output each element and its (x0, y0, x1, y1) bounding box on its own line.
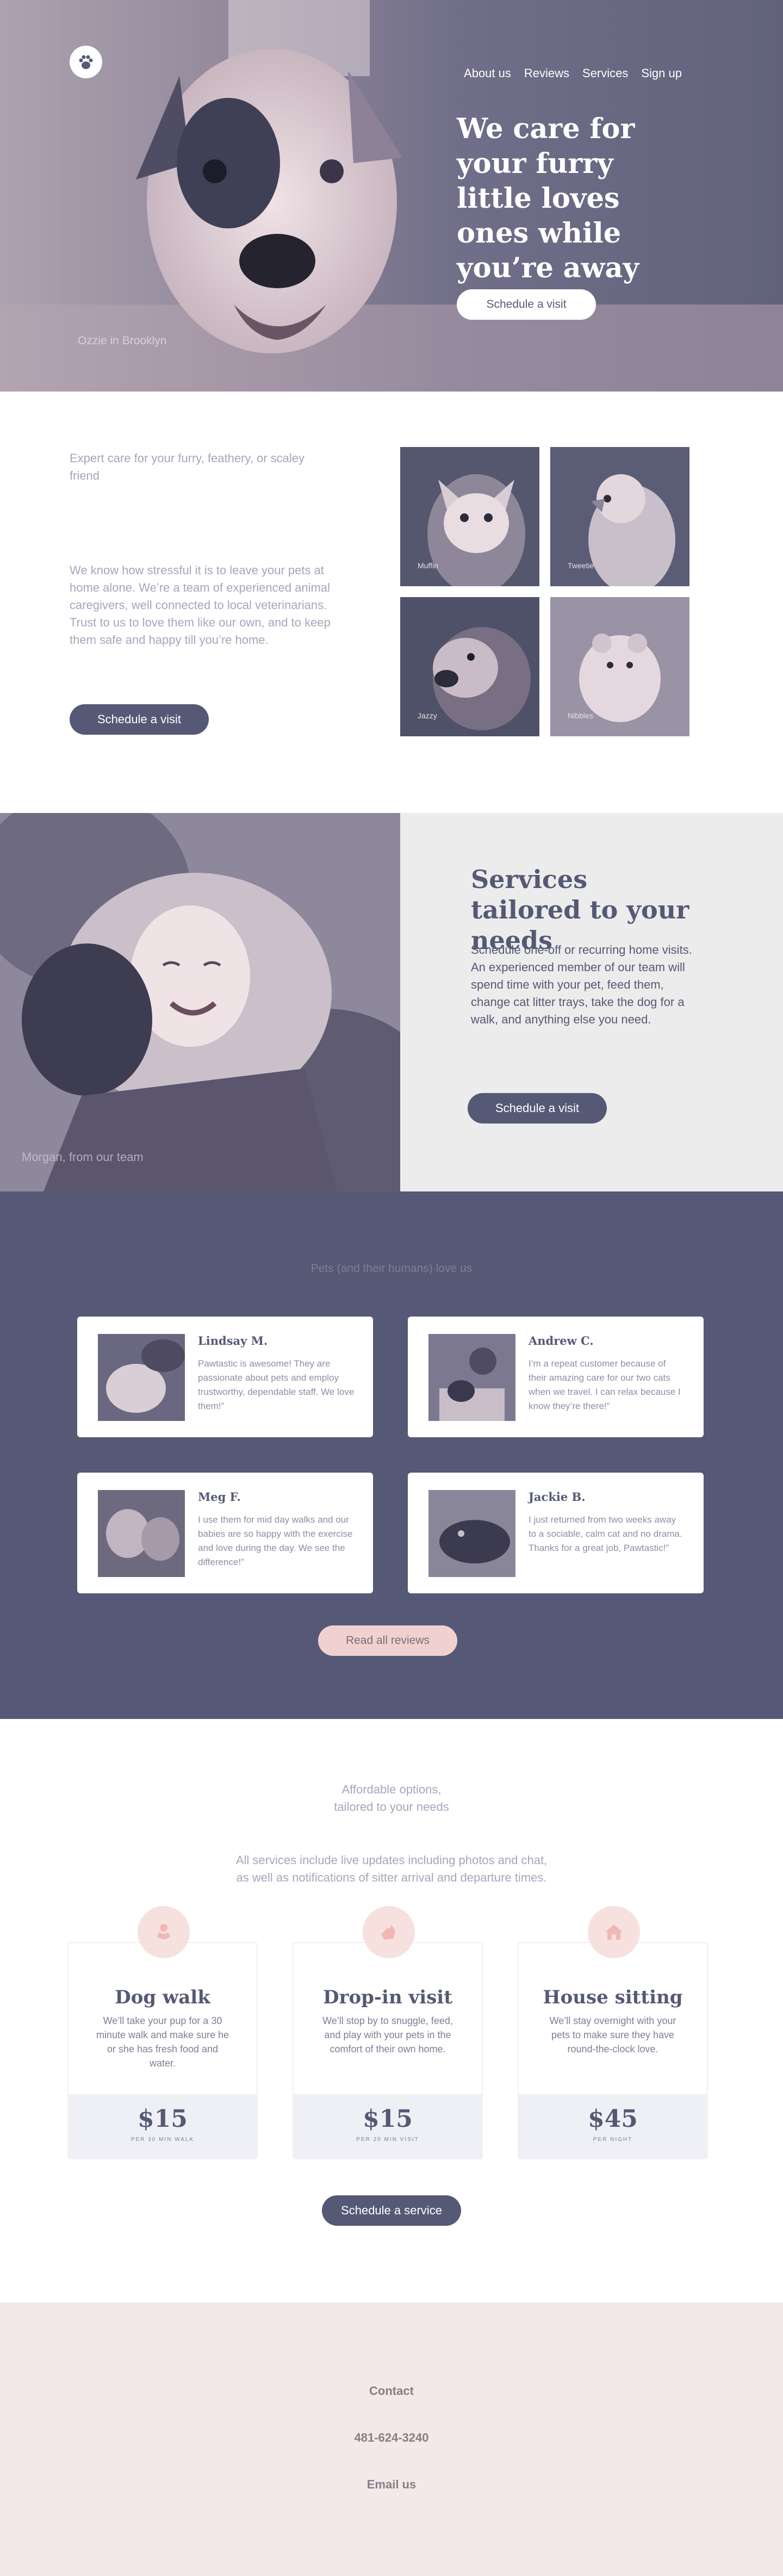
plan-price-unit: PER 20 MIN VISIT (356, 2137, 419, 2143)
reviews-heading: Pets (and their humans) love us (310, 1262, 473, 1275)
review-text: I’m a repeat customer because of their a… (529, 1358, 681, 1411)
team-photo-caption: Morgan, from our team (22, 1150, 144, 1164)
services-description: Schedule one-off or recurring home visit… (471, 943, 692, 1026)
pricing-subheading-line2: as well as notifications of sitter arriv… (236, 1871, 547, 1884)
paw-icon (79, 55, 93, 69)
services-section: Morgan, from our team Services tailored … (0, 813, 783, 1191)
pricing-subheading-line1: All services include live updates includ… (235, 1853, 548, 1867)
nav-about-us[interactable]: About us (464, 66, 511, 80)
pet-name: Muffin (418, 561, 438, 570)
footer-email-link[interactable]: Email us (0, 2478, 783, 2492)
review-card: Meg F. I use them for mid day walks and … (77, 1473, 373, 1593)
review-card: Lindsay M. Pawtastic is awesome! They ar… (77, 1317, 373, 1437)
plan-price-box: $45 PER NIGHT (519, 2094, 707, 2158)
review-text: I just returned from two weeks away to a… (529, 1514, 682, 1553)
schedule-service-button[interactable]: Schedule a service (322, 2195, 461, 2226)
review-text: I use them for mid day walks and our bab… (198, 1514, 353, 1567)
cat-hand-icon (363, 1906, 415, 1958)
plan-card-drop-in-visit: Drop-in visit We’ll stop by to snuggle, … (293, 1906, 483, 2159)
services-schedule-button[interactable]: Schedule a visit (468, 1093, 607, 1123)
hero-section: About us Reviews Services Sign up We car… (0, 0, 783, 392)
reviewer-pet-photo (98, 1490, 185, 1577)
hero-photo-caption: Ozzie in Brooklyn (78, 334, 167, 347)
review-text: Pawtastic is awesome! They are passionat… (198, 1358, 355, 1411)
pricing-heading: Affordable options, tailored to your nee… (0, 1781, 783, 1816)
plan-price-unit: PER 30 MIN WALK (130, 2137, 195, 2143)
read-all-reviews-button[interactable]: Read all reviews (318, 1625, 457, 1656)
nav-services[interactable]: Services (582, 66, 628, 80)
review-card: Andrew C. I’m a repeat customer because … (408, 1317, 704, 1437)
nav-sign-up[interactable]: Sign up (641, 66, 682, 80)
reviewer-pet-photo (428, 1334, 515, 1421)
reviews-section: Pets (and their humans) love us Lindsay … (0, 1191, 783, 1719)
plan-title: Drop-in visit (323, 1987, 452, 2008)
review-card: Jackie B. I just returned from two weeks… (408, 1473, 704, 1593)
pricing-heading-line1: Affordable options, (341, 1783, 442, 1796)
about-section: Expert care for your furry, feathery, or… (0, 392, 783, 813)
plan-title: Dog walk (115, 1987, 210, 2008)
pricing-heading-line2: tailored to your needs (334, 1800, 449, 1814)
reviewer-name: Jackie B. (529, 1490, 586, 1504)
pet-photo-bird: Tweetie (550, 447, 689, 586)
about-schedule-button[interactable]: Schedule a visit (70, 704, 209, 735)
plan-price-box: $15 PER 20 MIN VISIT (294, 2094, 482, 2158)
hero-schedule-button[interactable]: Schedule a visit (457, 289, 596, 320)
pet-photo-hamster: Nibbles (550, 597, 689, 736)
main-nav: About us Reviews Services Sign up (464, 66, 682, 80)
reviewer-name: Andrew C. (529, 1334, 594, 1348)
pet-photo-dog: Jazzy (400, 597, 539, 736)
plan-price: $45 (588, 2105, 638, 2133)
plan-price: $15 (363, 2105, 413, 2133)
about-tagline: Expert care for your furry, feathery, or… (70, 451, 305, 482)
plan-description: We’ll stay overnight with your pets to m… (549, 2015, 676, 2054)
house-icon (588, 1906, 640, 1958)
pet-gallery: Muffin Tweetie Jazzy Nibbles (400, 447, 689, 736)
pet-photo-cat: Muffin (400, 447, 539, 586)
plan-card-dog-walk: Dog walk We’ll take your pup for a 30 mi… (67, 1906, 258, 2159)
footer-phone-link[interactable]: 481-624-3240 (0, 2431, 783, 2445)
pet-name: Nibbles (568, 711, 593, 720)
plan-price-unit: PER NIGHT (593, 2137, 633, 2143)
plan-card-house-sitting: House sitting We’ll stay overnight with … (518, 1906, 708, 2159)
about-body: We know how stressful it is to leave you… (70, 563, 331, 647)
footer-contact-link[interactable]: Contact (0, 2384, 783, 2398)
hero-headline: We care for your furry little loves ones… (457, 113, 639, 284)
pricing-subheading: All services include live updates includ… (0, 1852, 783, 1886)
pricing-section: Affordable options, tailored to your nee… (0, 1719, 783, 2302)
plan-price-box: $15 PER 30 MIN WALK (69, 2094, 257, 2158)
plan-description: We’ll stop by to snuggle, feed, and play… (322, 2015, 453, 2054)
dog-hand-icon (138, 1906, 190, 1958)
reviewer-name: Meg F. (198, 1490, 241, 1504)
pet-name: Tweetie (568, 561, 594, 570)
pet-name: Jazzy (418, 711, 437, 720)
team-member-photo (0, 813, 400, 1191)
plan-title: House sitting (543, 1987, 683, 2008)
reviewer-pet-photo (98, 1334, 185, 1421)
plan-description: We’ll take your pup for a 30 minute walk… (96, 2015, 229, 2069)
reviewer-pet-photo (428, 1490, 515, 1577)
logo[interactable] (70, 46, 102, 78)
reviewer-name: Lindsay M. (198, 1334, 268, 1348)
plan-price: $15 (138, 2105, 188, 2133)
footer: Contact 481-624-3240 Email us (0, 2302, 783, 2576)
nav-reviews[interactable]: Reviews (524, 66, 569, 80)
